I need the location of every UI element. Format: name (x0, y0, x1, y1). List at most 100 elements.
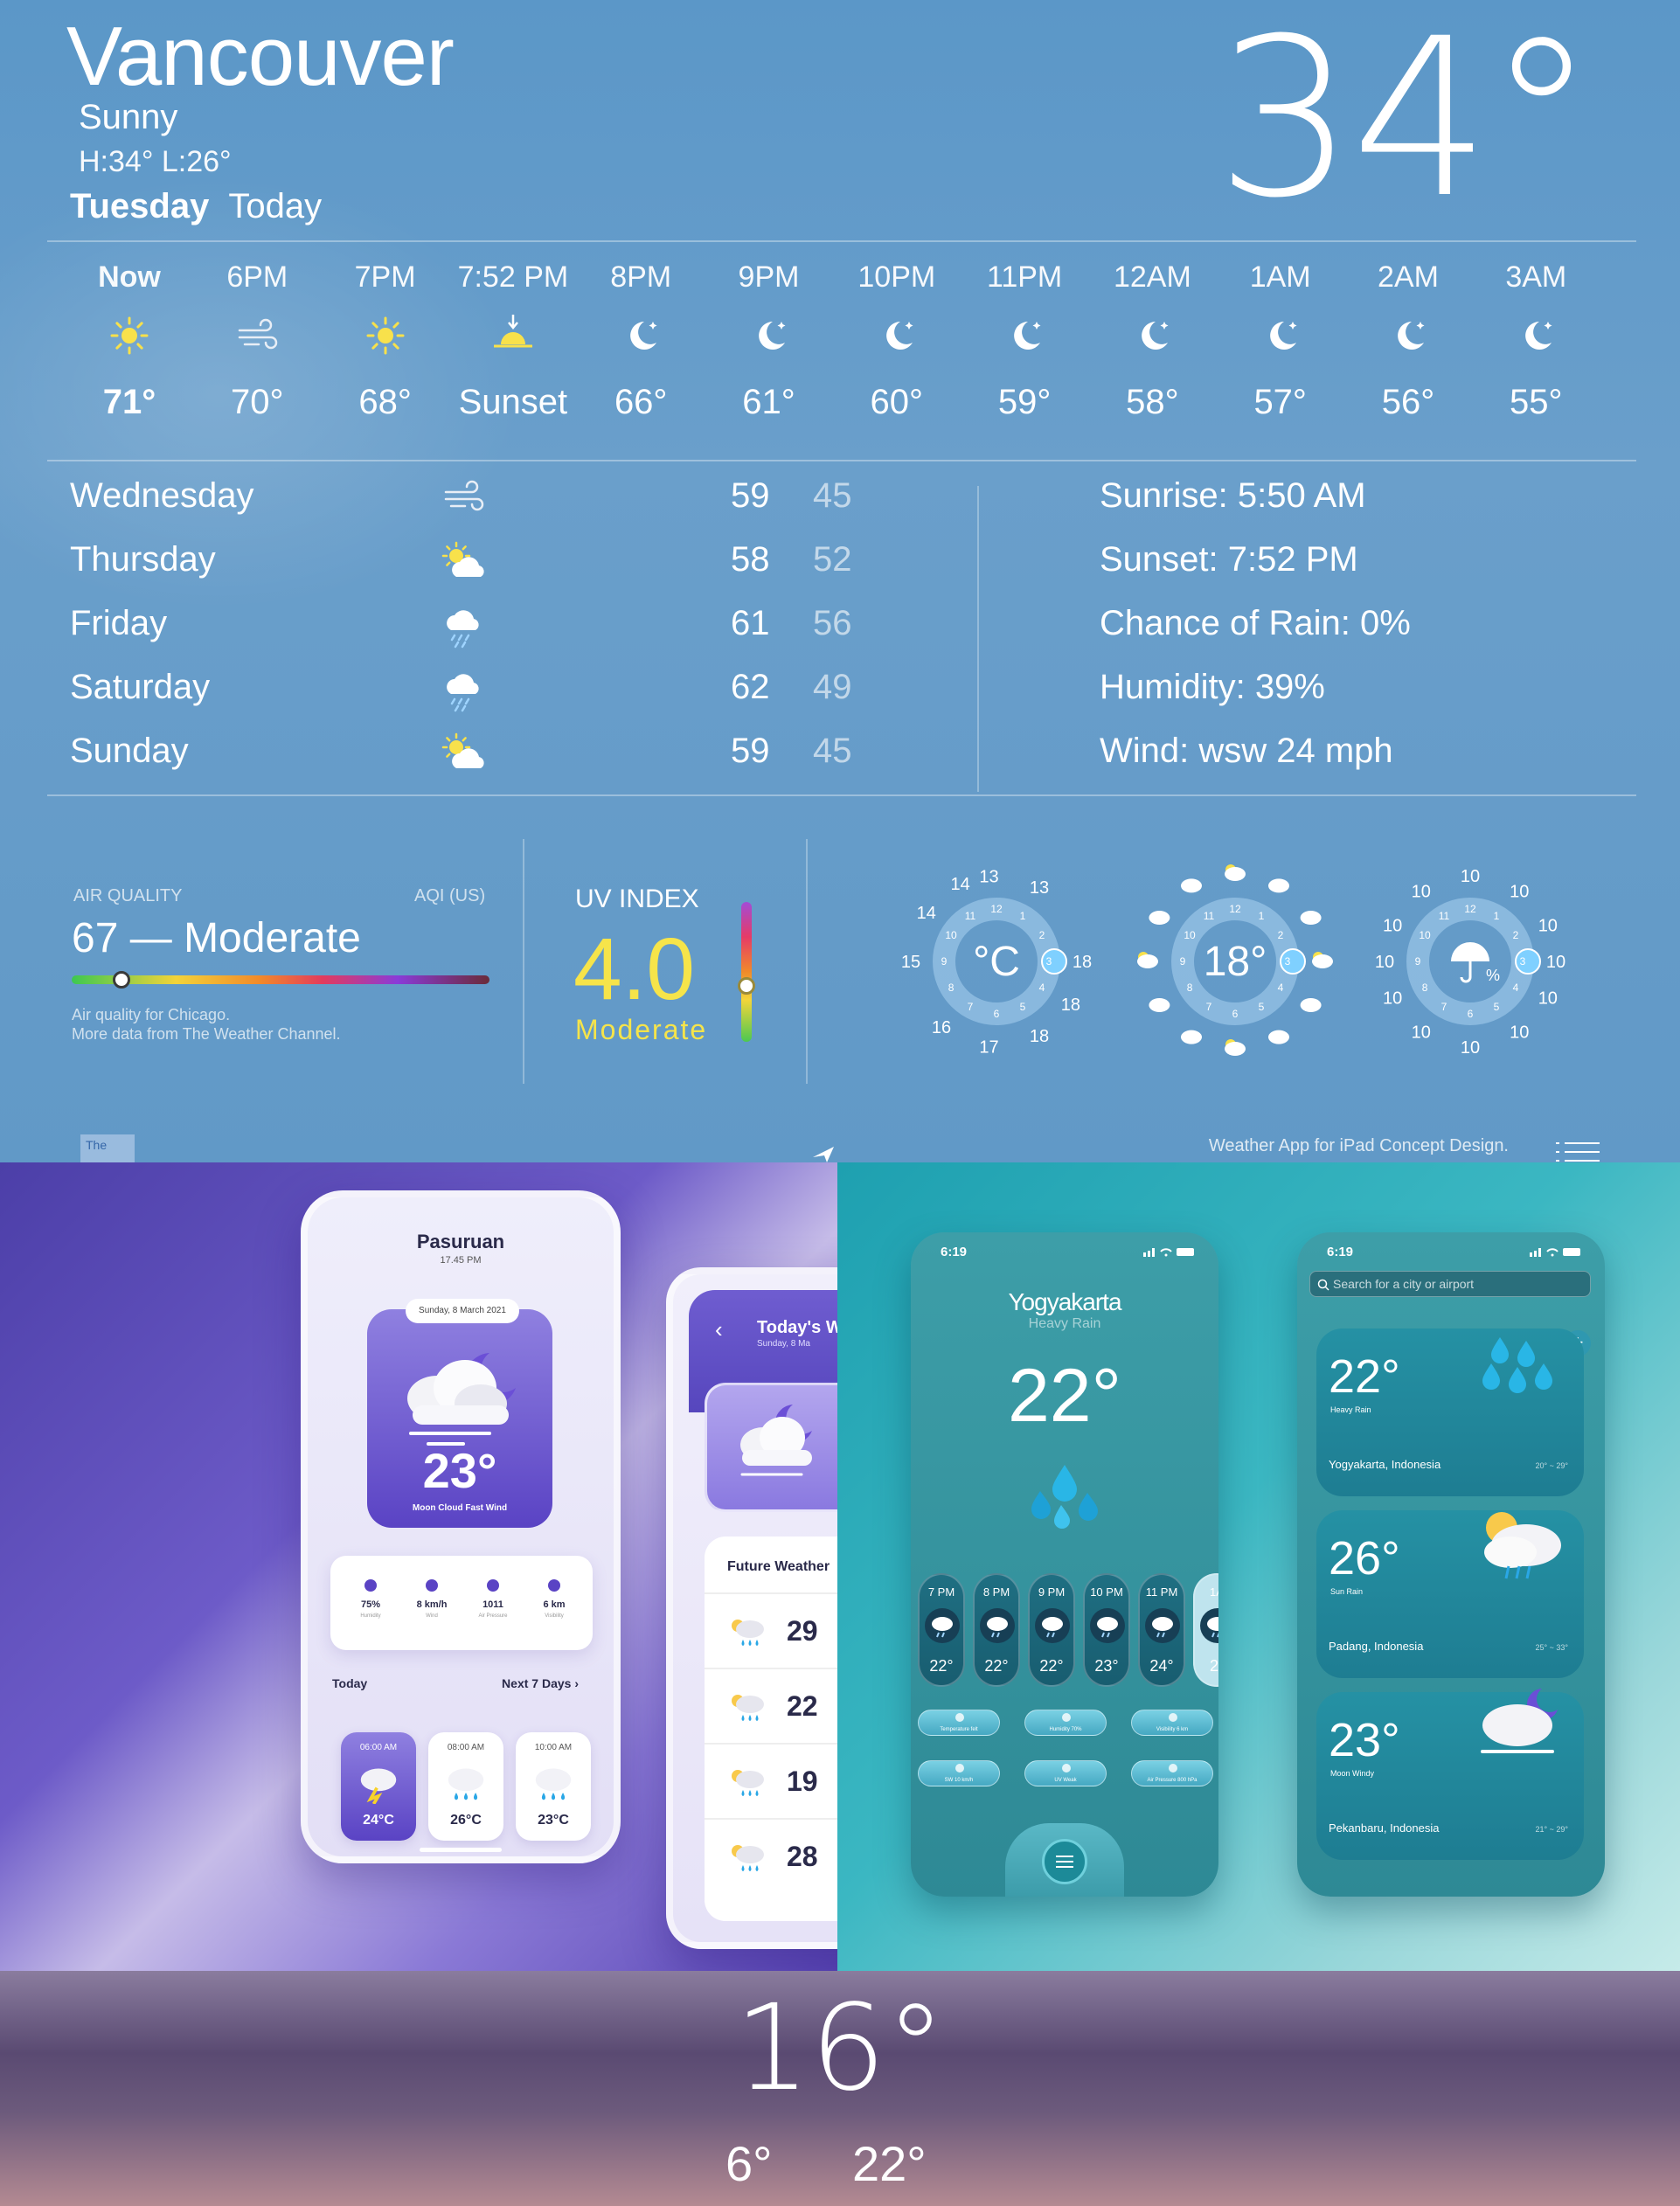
list-icon[interactable] (1556, 1141, 1600, 1162)
dial-hour-label: 6 (1468, 1008, 1474, 1020)
hour-time: 12AM (1113, 260, 1191, 294)
hour-time: 9PM (738, 260, 800, 294)
detail-chip[interactable]: UV Weak (1024, 1760, 1107, 1786)
city-card[interactable]: 23° Moon Windy Pekanbaru, Indonesia 21° ~ 2… (1316, 1689, 1584, 1860)
hour-time: 8PM (610, 260, 672, 294)
future-row[interactable]: 22 (705, 1668, 837, 1743)
hour-temperature: Sunset (458, 383, 568, 421)
hourly-card[interactable]: 08:00 AM 26°C (428, 1732, 503, 1841)
status-icons (1143, 1248, 1194, 1257)
dial-hour-label: 3 (1285, 955, 1291, 968)
divider (806, 839, 808, 1084)
divider (47, 794, 1636, 796)
air-quality-value: 67 — Moderate (72, 915, 361, 961)
date-pill: Sunday, 8 March 2021 (406, 1299, 519, 1323)
dial-center-label: °C (973, 939, 1020, 985)
air-quality-note-line[interactable]: More data from The Weather Channel. (72, 1024, 341, 1044)
circular-dials: 12123456789101113131818181716151414°C121… (901, 857, 1575, 1058)
hourly-pill[interactable]: 9 PM 22° (1028, 1573, 1075, 1687)
daily-row[interactable]: Friday 61 56 (70, 604, 944, 668)
weather-dial[interactable]: 12123456789101118° (1137, 857, 1340, 1056)
next-7-days-link[interactable]: Next 7 Days › (502, 1676, 579, 1690)
daily-row[interactable]: Thursday 58 52 (70, 540, 944, 604)
detail-chip[interactable]: Humidity 70% (1024, 1710, 1107, 1736)
hour-temperature: 24°C (363, 1813, 394, 1828)
detail-chip[interactable]: Visibility 6 km (1131, 1710, 1213, 1736)
moon-icon (630, 322, 657, 350)
detail-chip[interactable]: Air Pressure 800 hPa (1131, 1760, 1213, 1786)
hour-temperature: 58° (1126, 383, 1179, 421)
hourly-item: 2AM 56° (1344, 253, 1472, 422)
rain-dial[interactable]: 121234567891011101010101010101010101010% (1375, 857, 1575, 1058)
hour-icon-wrap (1217, 301, 1344, 371)
gauge-icon (487, 1579, 499, 1592)
hourly-pill[interactable]: 7 PM 22° (918, 1573, 965, 1687)
hour-icon-wrap (322, 301, 449, 371)
phone-detail: 6:19 Yogyakarta Heavy Rain 22° 7 PM 22° 8 … (911, 1232, 1218, 1897)
city-condition: Moon Windy (1330, 1769, 1375, 1778)
hourly-item: 7:52 PM Sunset (449, 253, 577, 422)
dial-ring-value: 10 (1412, 1023, 1431, 1042)
today-title: Today's W (757, 1318, 837, 1337)
detail-chip[interactable]: SW 10 km/h (918, 1760, 1000, 1786)
hourly-pill[interactable]: 11 PM 24° (1138, 1573, 1185, 1687)
future-row[interactable]: 28 (705, 1818, 837, 1893)
rain-cloud-icon (448, 1768, 484, 1800)
daily-row[interactable]: Sunday 59 45 (70, 732, 944, 795)
city-range: 20° ~ 29° (1535, 1461, 1568, 1470)
future-row[interactable]: 19 (705, 1743, 837, 1818)
back-chevron-icon[interactable]: ‹ (715, 1316, 723, 1343)
moon-icon (1398, 322, 1425, 350)
daily-row[interactable]: Saturday 62 49 (70, 668, 944, 732)
today-weather-card[interactable] (705, 1383, 837, 1512)
air-quality-indicator (113, 971, 131, 989)
daily-row[interactable]: Wednesday 59 45 (70, 476, 944, 540)
menu-button[interactable] (1042, 1839, 1087, 1884)
city-range: 21° ~ 29° (1535, 1825, 1568, 1834)
city-range: 25° ~ 33° (1535, 1643, 1568, 1652)
city-search-input[interactable]: Search for a city or airport (1309, 1271, 1591, 1297)
chip-label: Humidity 70% (1049, 1727, 1082, 1732)
location-arrow-icon[interactable] (811, 1145, 837, 1162)
city-card[interactable]: 26° Sun Rain Padang, Indonesia 25° ~ 33° (1316, 1510, 1584, 1678)
home-indicator (420, 1848, 502, 1852)
hourly-card[interactable]: 06:00 AM 24°C (341, 1732, 416, 1841)
hour-icon-wrap (961, 301, 1088, 371)
chip-icon (1169, 1764, 1177, 1772)
future-row[interactable]: 29 (705, 1592, 837, 1668)
stat-label: Visibility (545, 1613, 564, 1619)
future-weather: Future Weather 29 22 19 28 (705, 1537, 837, 1921)
today-tab[interactable]: Today (332, 1676, 367, 1690)
hour-temperature: 22° (929, 1657, 954, 1675)
hourly-forecast[interactable]: Now 71° 6PM 70° 7PM 68° 7:52 PM Sunset 8PM 66° 9PM… (66, 253, 1630, 446)
hourly-pill[interactable]: 10 PM 23° (1083, 1573, 1130, 1687)
current-temperature: 23° (422, 1443, 497, 1498)
wind-icon (444, 480, 484, 511)
moon-icon (1525, 322, 1552, 350)
uv-index-level: Moderate (575, 1014, 708, 1045)
hour-icon-wrap (66, 301, 193, 371)
city-name: Pekanbaru, Indonesia (1329, 1821, 1440, 1835)
phone-home: Pasuruan 17.45 PM 23° Moon Cloud Fast Wi… (301, 1190, 621, 1863)
teal-app-mockup: 6:19 Yogyakarta Heavy Rain 22° 7 PM 22° 8 … (837, 1162, 1680, 1971)
city-name: Yogyakarta, Indonesia (1329, 1458, 1441, 1471)
dial-ring-value: 10 (1375, 953, 1394, 972)
city-card[interactable]: 22° Heavy Rain Yogyakarta, Indonesia 20° ~ … (1316, 1328, 1584, 1496)
daily-low: 52 (813, 540, 852, 579)
detail-chip[interactable]: Temperature felt (918, 1710, 1000, 1736)
sun-cloud-icon (1225, 1039, 1246, 1056)
dial-ring-value: 10 (1412, 883, 1431, 902)
hourly-card[interactable]: 10:00 AM 23°C (516, 1732, 591, 1841)
daily-icon-wrap (437, 471, 507, 532)
rain-cloud-icon (447, 674, 479, 712)
moon-cloud-wind-icon (740, 1405, 812, 1476)
cloud-icon (1149, 911, 1170, 925)
weather-stat: 75% Humidity (343, 1579, 399, 1619)
temperature-dial[interactable]: 12123456789101113131818181716151414°C (901, 857, 1101, 1058)
current-temperature: 16° (734, 1980, 946, 2118)
hourly-pill[interactable]: 1A 2( (1193, 1573, 1218, 1687)
wind-icon (239, 318, 278, 350)
current-weather-card[interactable]: 23° Moon Cloud Fast Wind (367, 1309, 552, 1528)
hourly-pill[interactable]: 8 PM 22° (973, 1573, 1020, 1687)
daily-high: 62 (731, 668, 770, 706)
